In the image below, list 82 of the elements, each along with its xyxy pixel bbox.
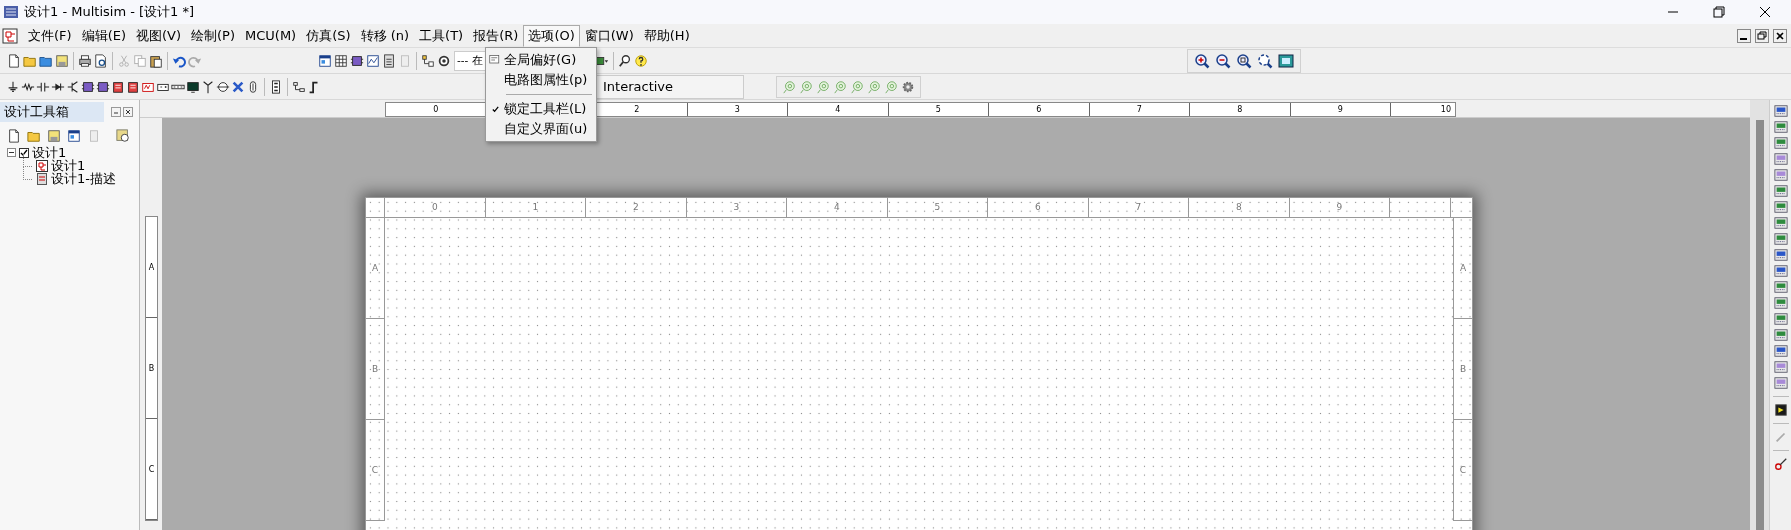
- ruler-label: 2: [634, 105, 640, 114]
- row-label: A: [1459, 263, 1467, 273]
- window-icon[interactable]: [317, 52, 333, 69]
- row-label: B: [371, 364, 379, 374]
- column-label: 5: [934, 202, 941, 212]
- instrument-icon[interactable]: [1773, 403, 1788, 417]
- zoom-fit-icon[interactable]: [1256, 51, 1274, 70]
- document-icon[interactable]: [2, 27, 18, 44]
- nodes-icon[interactable]: [420, 52, 436, 69]
- graph-icon[interactable]: [365, 52, 381, 69]
- ruler-label: 6: [1036, 105, 1042, 114]
- zoom-area-icon[interactable]: [1235, 51, 1253, 70]
- ruler-label: C: [148, 464, 155, 474]
- menu-item[interactable]: 视图(V): [131, 24, 187, 47]
- column-label: 2: [632, 202, 639, 212]
- help-icon[interactable]: [633, 52, 649, 69]
- menu-item[interactable]: 帮助(H): [638, 24, 695, 47]
- ruler-label: 4: [835, 105, 841, 114]
- column-label: 8: [1235, 202, 1242, 212]
- column-label: 6: [1034, 202, 1041, 212]
- print-preview-icon[interactable]: [93, 52, 109, 69]
- menu-item[interactable]: 选项(O): [523, 24, 580, 47]
- column-label: 3: [733, 202, 740, 212]
- menu-item[interactable]: 全局偏好(G): [504, 51, 577, 69]
- menu-item[interactable]: 窗口(W): [579, 24, 639, 47]
- row-label: B: [1459, 364, 1467, 374]
- restore-icon[interactable]: [1755, 28, 1769, 43]
- ruler-label: 0: [433, 105, 439, 114]
- menu-item[interactable]: 报告(R): [468, 24, 524, 47]
- zoom-out-icon[interactable]: [1214, 51, 1232, 70]
- column-label: 0: [431, 202, 438, 212]
- ruler-label: 5: [935, 105, 941, 114]
- window-title: 设计1 - Multisim - [设计1 *]: [24, 3, 195, 21]
- ruler-label: 9: [1337, 105, 1343, 114]
- probe-icon[interactable]: [1773, 457, 1788, 471]
- printer-icon[interactable]: [77, 52, 93, 69]
- calculator-icon[interactable]: [381, 52, 397, 69]
- new-file-icon[interactable]: [6, 128, 22, 144]
- ruler-label: 7: [1136, 105, 1142, 114]
- menu-item[interactable]: 转移 (n): [355, 24, 415, 47]
- menu-item[interactable]: MCU(M): [240, 26, 302, 45]
- preferences-icon: [489, 54, 501, 66]
- menu-item[interactable]: 仿真(S): [301, 24, 356, 47]
- column-label: 9: [1336, 202, 1343, 212]
- menu-item[interactable]: 绘制(P): [186, 24, 240, 47]
- ruler-label: A: [148, 262, 155, 272]
- ruler-label: 3: [734, 105, 740, 114]
- grid-icon[interactable]: [333, 52, 349, 69]
- restore-icon[interactable]: [1713, 6, 1725, 18]
- close-icon[interactable]: [123, 107, 133, 117]
- menu-item[interactable]: 电路图属性(p): [504, 71, 588, 89]
- menu-item[interactable]: 文件(F): [23, 24, 77, 47]
- ruler-label: 8: [1237, 105, 1243, 114]
- menu-item[interactable]: 自定义界面(u): [504, 120, 588, 138]
- column-label: 7: [1135, 202, 1142, 212]
- save-icon[interactable]: [54, 52, 70, 69]
- zoom-in-icon[interactable]: [1193, 51, 1211, 70]
- app-icon: [3, 4, 19, 20]
- schematic-icon: [36, 159, 48, 172]
- expander-icon[interactable]: [7, 148, 16, 157]
- minimize-icon[interactable]: [1737, 28, 1751, 43]
- row-label: C: [371, 465, 379, 475]
- window-icon[interactable]: [66, 128, 82, 144]
- checkmark-icon: [490, 104, 500, 114]
- checkbox[interactable]: [19, 147, 29, 158]
- ruler-label: 10: [1440, 105, 1451, 114]
- close-icon[interactable]: [1773, 28, 1787, 43]
- full-screen-icon[interactable]: [1277, 51, 1295, 70]
- row-label: C: [1459, 465, 1467, 475]
- menu-item[interactable]: 编辑(E): [76, 24, 131, 47]
- close-icon[interactable]: [1759, 6, 1771, 18]
- menu-item[interactable]: 锁定工具栏(L): [504, 100, 587, 118]
- row-label: A: [371, 263, 379, 273]
- column-label: 4: [833, 202, 840, 212]
- scrollbar[interactable]: [1750, 100, 1769, 530]
- panel-title: 设计工具箱: [0, 102, 104, 122]
- description-icon: [36, 172, 48, 185]
- ruler-label: B: [148, 363, 155, 373]
- search-icon[interactable]: [617, 52, 633, 69]
- column-label: 1: [532, 202, 539, 212]
- menu-item[interactable]: 工具(T): [414, 24, 469, 47]
- new-file-icon[interactable]: [6, 52, 22, 69]
